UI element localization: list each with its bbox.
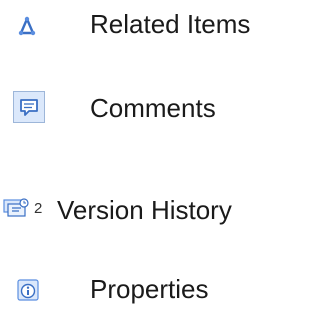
version-history-icon <box>3 197 31 219</box>
related-items-label: Related Items <box>90 9 251 39</box>
comments-label: Comments <box>90 93 216 123</box>
version-history-link[interactable]: 2 Version History <box>0 188 310 228</box>
version-count-badge: 2 <box>34 200 43 217</box>
version-history-label: Version History <box>57 195 232 225</box>
comments-link[interactable]: Comments <box>0 86 300 126</box>
related-items-link[interactable]: Related Items <box>0 3 300 43</box>
properties-icon <box>17 279 39 301</box>
sidebar-panel: Related Items Comments 2 Version History… <box>0 0 314 310</box>
properties-label: Properties <box>90 274 209 304</box>
comments-icon <box>13 91 45 123</box>
properties-link[interactable]: Properties <box>0 269 300 309</box>
related-items-icon <box>16 15 38 37</box>
